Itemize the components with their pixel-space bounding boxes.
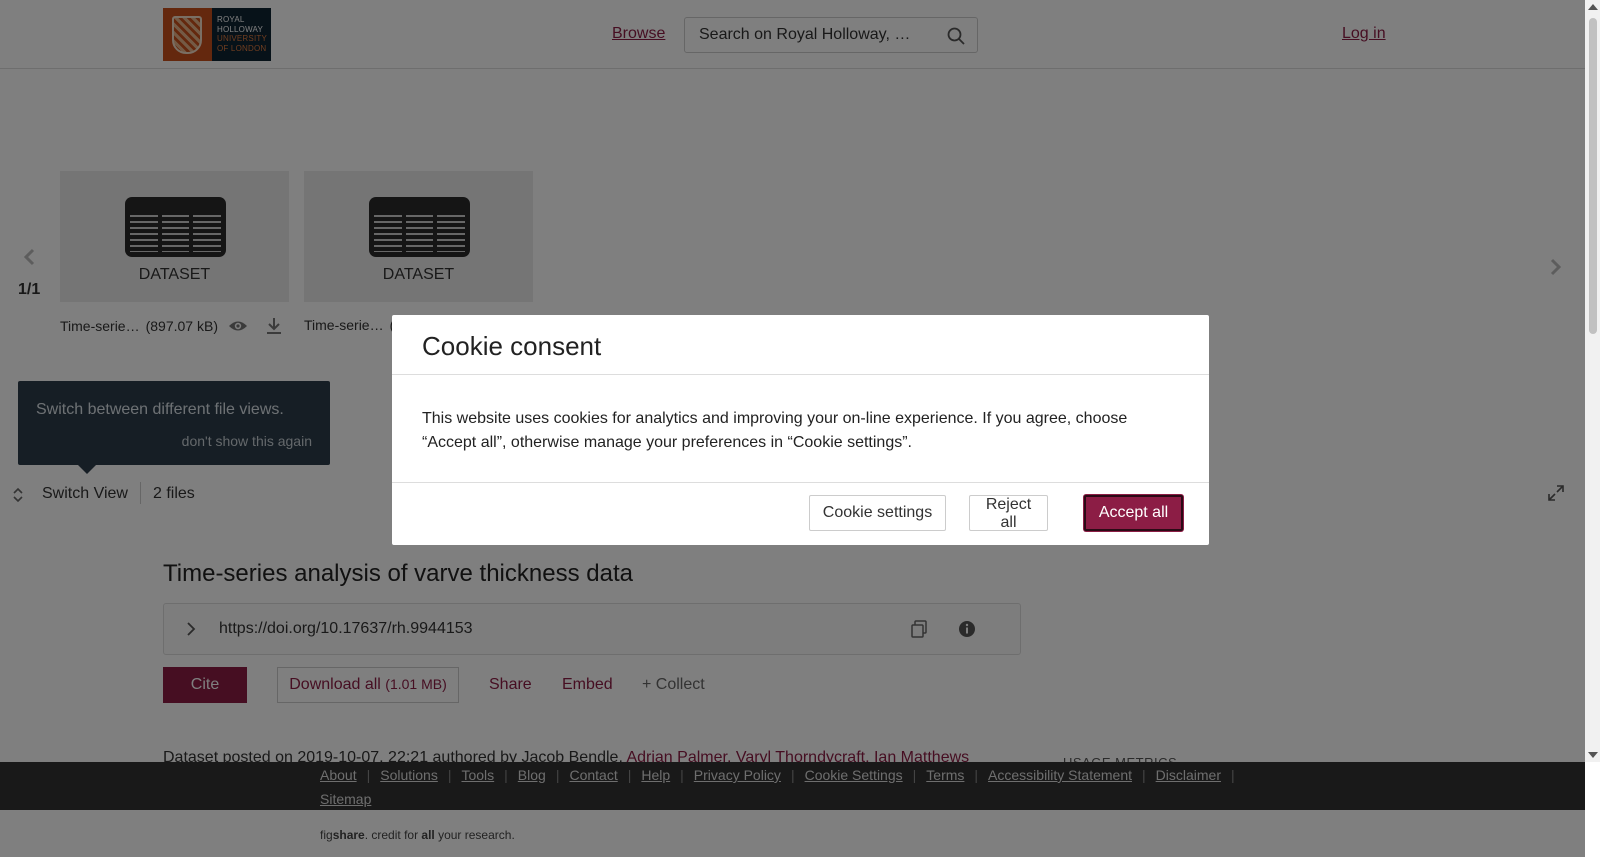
dialog-title: Cookie consent — [422, 331, 602, 361]
dialog-body: This website uses cookies for analytics … — [392, 375, 1209, 483]
cookie-consent-dialog: Cookie consent This website uses cookies… — [392, 315, 1209, 545]
page-scrollbar[interactable] — [1585, 0, 1600, 762]
dialog-header: Cookie consent — [392, 315, 1209, 375]
reject-all-button[interactable]: Reject all — [969, 495, 1048, 531]
scroll-up-icon[interactable] — [1588, 4, 1598, 10]
scrollbar-thumb[interactable] — [1589, 18, 1597, 334]
scroll-down-icon[interactable] — [1588, 752, 1598, 758]
cookie-settings-button[interactable]: Cookie settings — [809, 495, 946, 531]
accept-all-button[interactable]: Accept all — [1084, 495, 1183, 531]
dialog-footer: Cookie settings Reject all Accept all — [392, 483, 1209, 544]
